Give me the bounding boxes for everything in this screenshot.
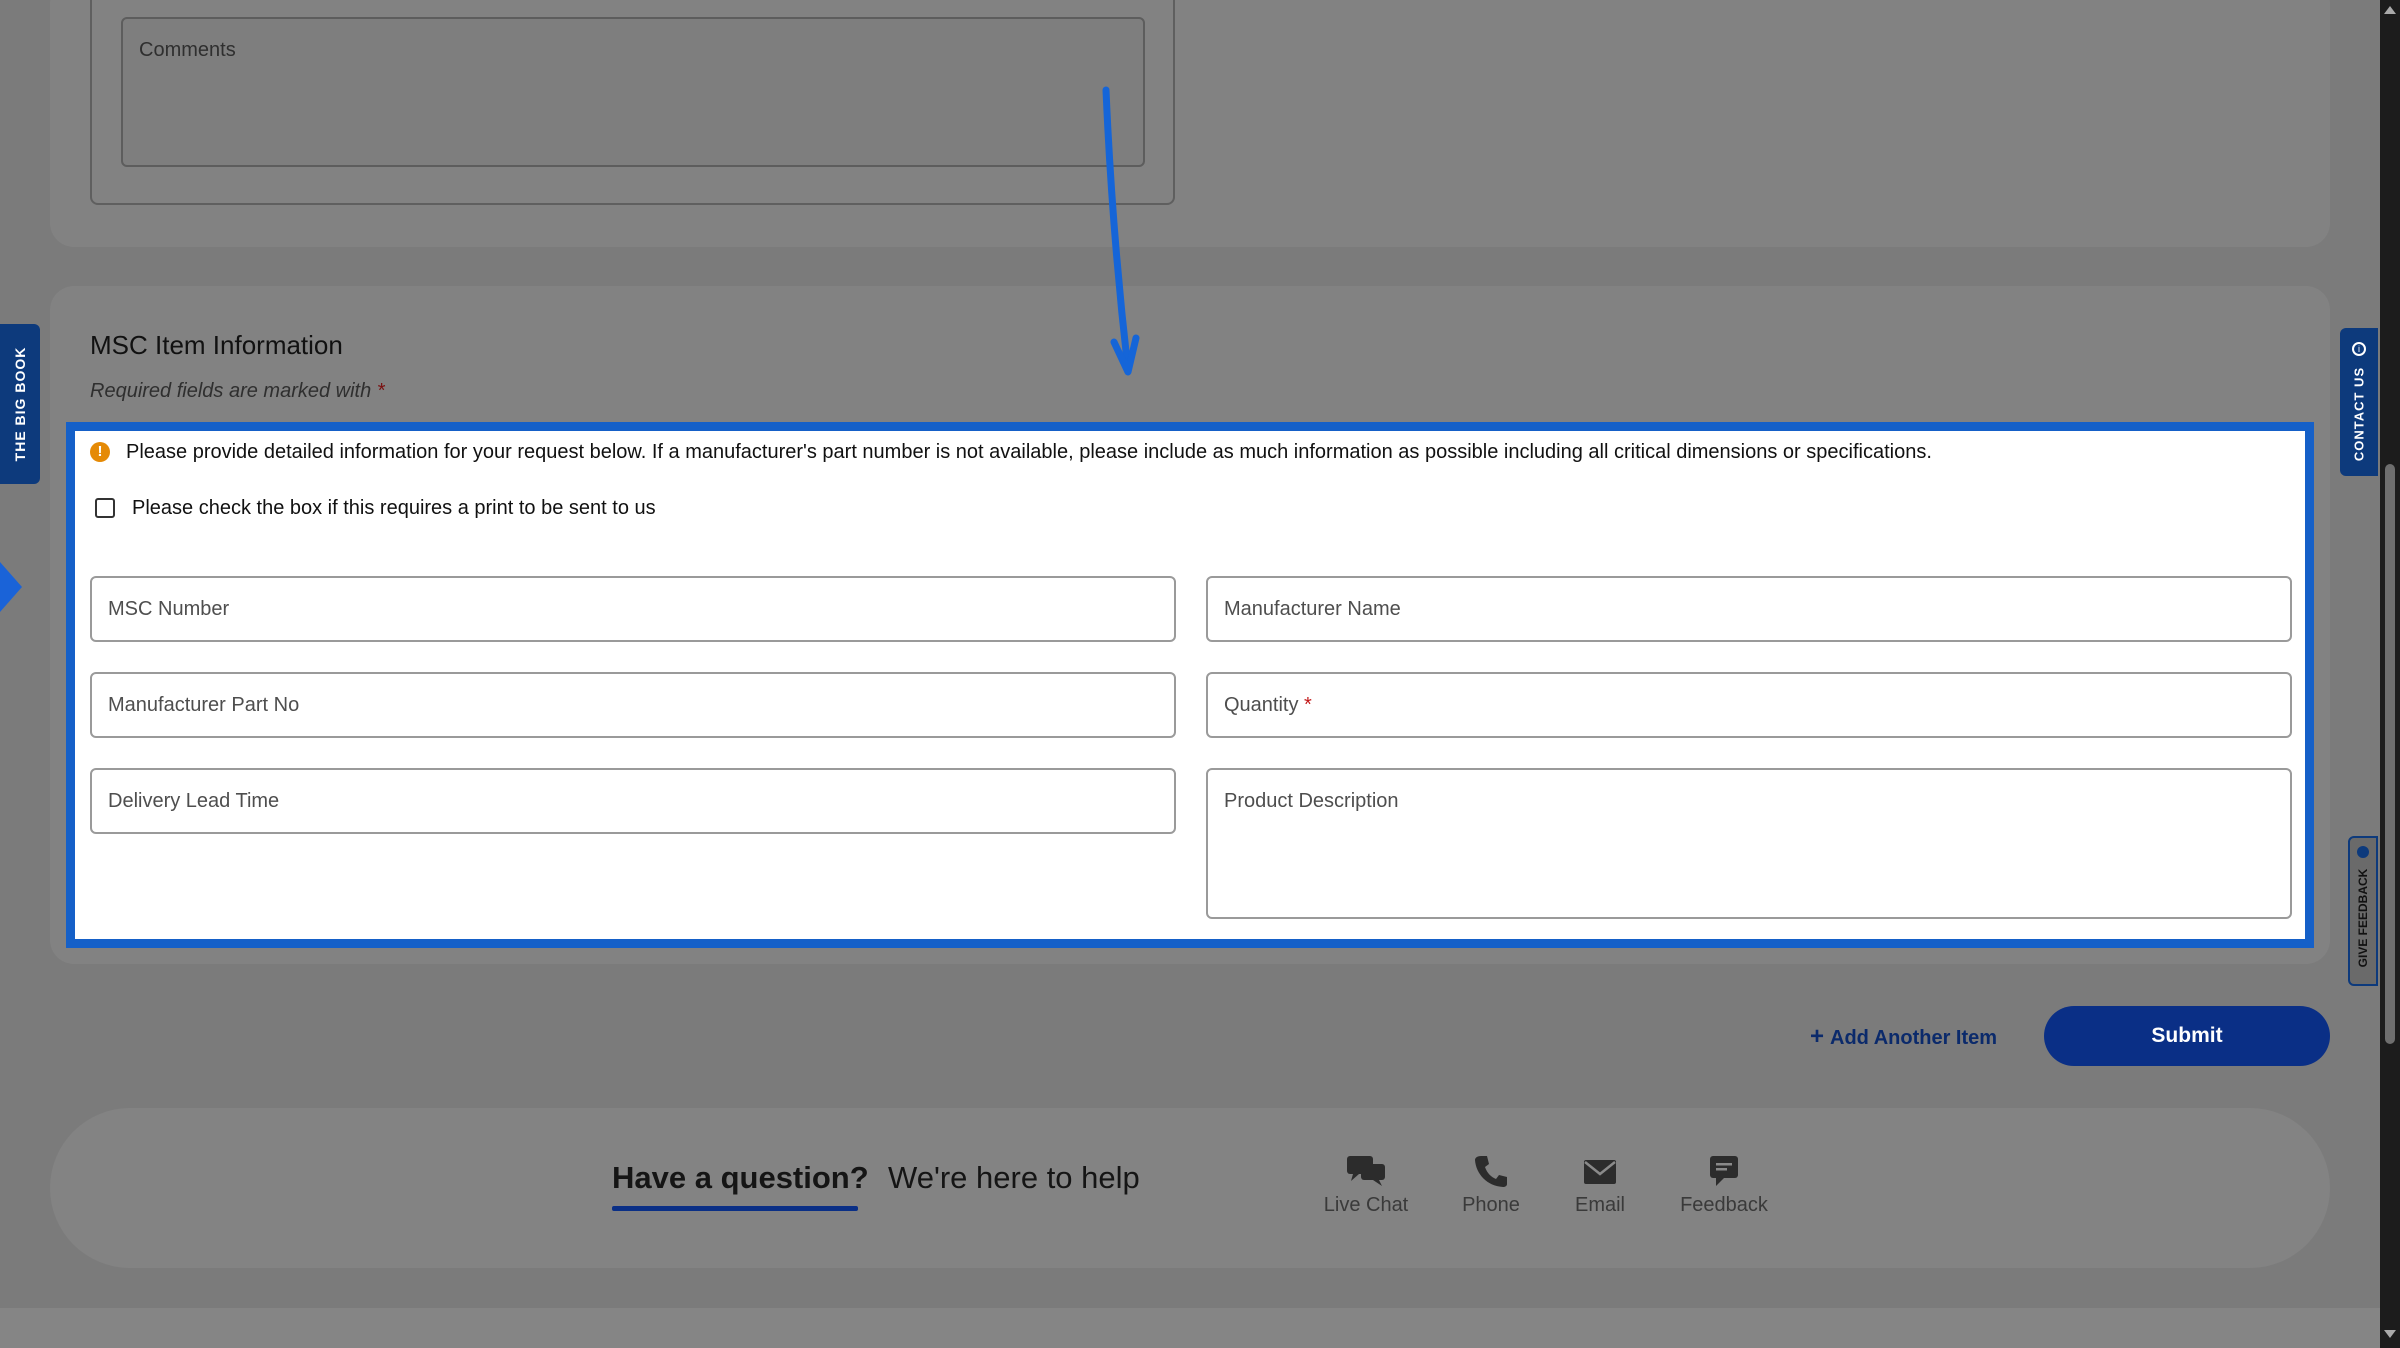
print-required-label[interactable]: Please check the box if this requires a … xyxy=(132,497,656,520)
quantity-required-star: * xyxy=(1304,694,1312,716)
add-another-item-link[interactable]: + Add Another Item xyxy=(1810,1023,1997,1051)
contact-us-tab-label: CONTACT US xyxy=(2351,366,2367,461)
delivery-lead-time-input[interactable]: Delivery Lead Time xyxy=(90,768,1176,834)
quantity-label: Quantity xyxy=(1224,694,1299,716)
comments-placeholder: Comments xyxy=(139,39,236,61)
chat-icon xyxy=(1347,1156,1385,1186)
plus-icon: + xyxy=(1810,1023,1825,1050)
scroll-up-arrow-icon[interactable] xyxy=(2384,6,2396,14)
manufacturer-part-no-placeholder: Manufacturer Part No xyxy=(108,694,300,716)
product-description-textarea[interactable]: Product Description xyxy=(1206,768,2292,919)
scrollbar-thumb[interactable] xyxy=(2385,464,2395,1044)
give-feedback-tab-label: GIVE FEEDBACK xyxy=(2356,868,2370,968)
phone-button[interactable]: Phone xyxy=(1436,1154,1546,1217)
required-note-text: Required fields are marked with xyxy=(90,380,372,402)
email-button[interactable]: Email xyxy=(1545,1154,1655,1217)
live-chat-label: Live Chat xyxy=(1323,1194,1409,1216)
footer-strip xyxy=(0,1308,2380,1348)
info-warning-icon: ! xyxy=(90,442,110,462)
side-expand-arrow-icon[interactable] xyxy=(0,562,22,612)
help-subtitle: We're here to help xyxy=(888,1160,1140,1195)
required-note-star: * xyxy=(376,380,385,402)
quantity-input[interactable]: Quantity * xyxy=(1206,672,2292,738)
product-description-placeholder: Product Description xyxy=(1224,790,1399,812)
contact-us-tab[interactable]: i CONTACT US xyxy=(2340,328,2378,476)
msc-number-input[interactable]: MSC Number xyxy=(90,576,1176,642)
email-label: Email xyxy=(1574,1194,1625,1216)
comments-textarea[interactable]: Comments xyxy=(121,17,1145,167)
manufacturer-name-placeholder: Manufacturer Name xyxy=(1224,598,1401,620)
feedback-icon xyxy=(1710,1156,1738,1186)
section-title: MSC Item Information xyxy=(90,330,343,360)
feedback-label: Feedback xyxy=(1680,1194,1768,1216)
feedback-button[interactable]: Feedback xyxy=(1669,1154,1779,1217)
info-message: Please provide detailed information for … xyxy=(126,441,1932,463)
big-book-tab[interactable]: THE BIG BOOK xyxy=(0,324,40,484)
phone-label: Phone xyxy=(1462,1194,1520,1216)
give-feedback-tab[interactable]: GIVE FEEDBACK xyxy=(2348,836,2378,986)
help-question-underline xyxy=(612,1206,858,1211)
info-icon: i xyxy=(2352,342,2366,356)
add-another-item-label: Add Another Item xyxy=(1830,1027,1998,1049)
submit-button[interactable]: Submit xyxy=(2044,1006,2330,1066)
quantity-placeholder: Quantity * xyxy=(1224,694,1312,717)
print-required-checkbox[interactable] xyxy=(95,498,115,518)
live-chat-button[interactable]: Live Chat xyxy=(1311,1154,1421,1217)
email-icon xyxy=(1584,1160,1616,1184)
annotation-arrow-icon xyxy=(1102,86,1140,376)
scroll-down-arrow-icon[interactable] xyxy=(2384,1330,2396,1338)
manufacturer-name-input[interactable]: Manufacturer Name xyxy=(1206,576,2292,642)
msc-number-placeholder: MSC Number xyxy=(108,598,230,620)
feedback-dot-icon xyxy=(2357,846,2369,858)
manufacturer-part-no-input[interactable]: Manufacturer Part No xyxy=(90,672,1176,738)
big-book-tab-label: THE BIG BOOK xyxy=(12,346,28,462)
phone-icon xyxy=(1475,1156,1507,1187)
required-fields-note: Required fields are marked with * xyxy=(90,380,385,403)
help-bar xyxy=(50,1108,2330,1268)
help-question-heading: Have a question? xyxy=(612,1160,869,1195)
delivery-lead-time-placeholder: Delivery Lead Time xyxy=(108,790,280,812)
